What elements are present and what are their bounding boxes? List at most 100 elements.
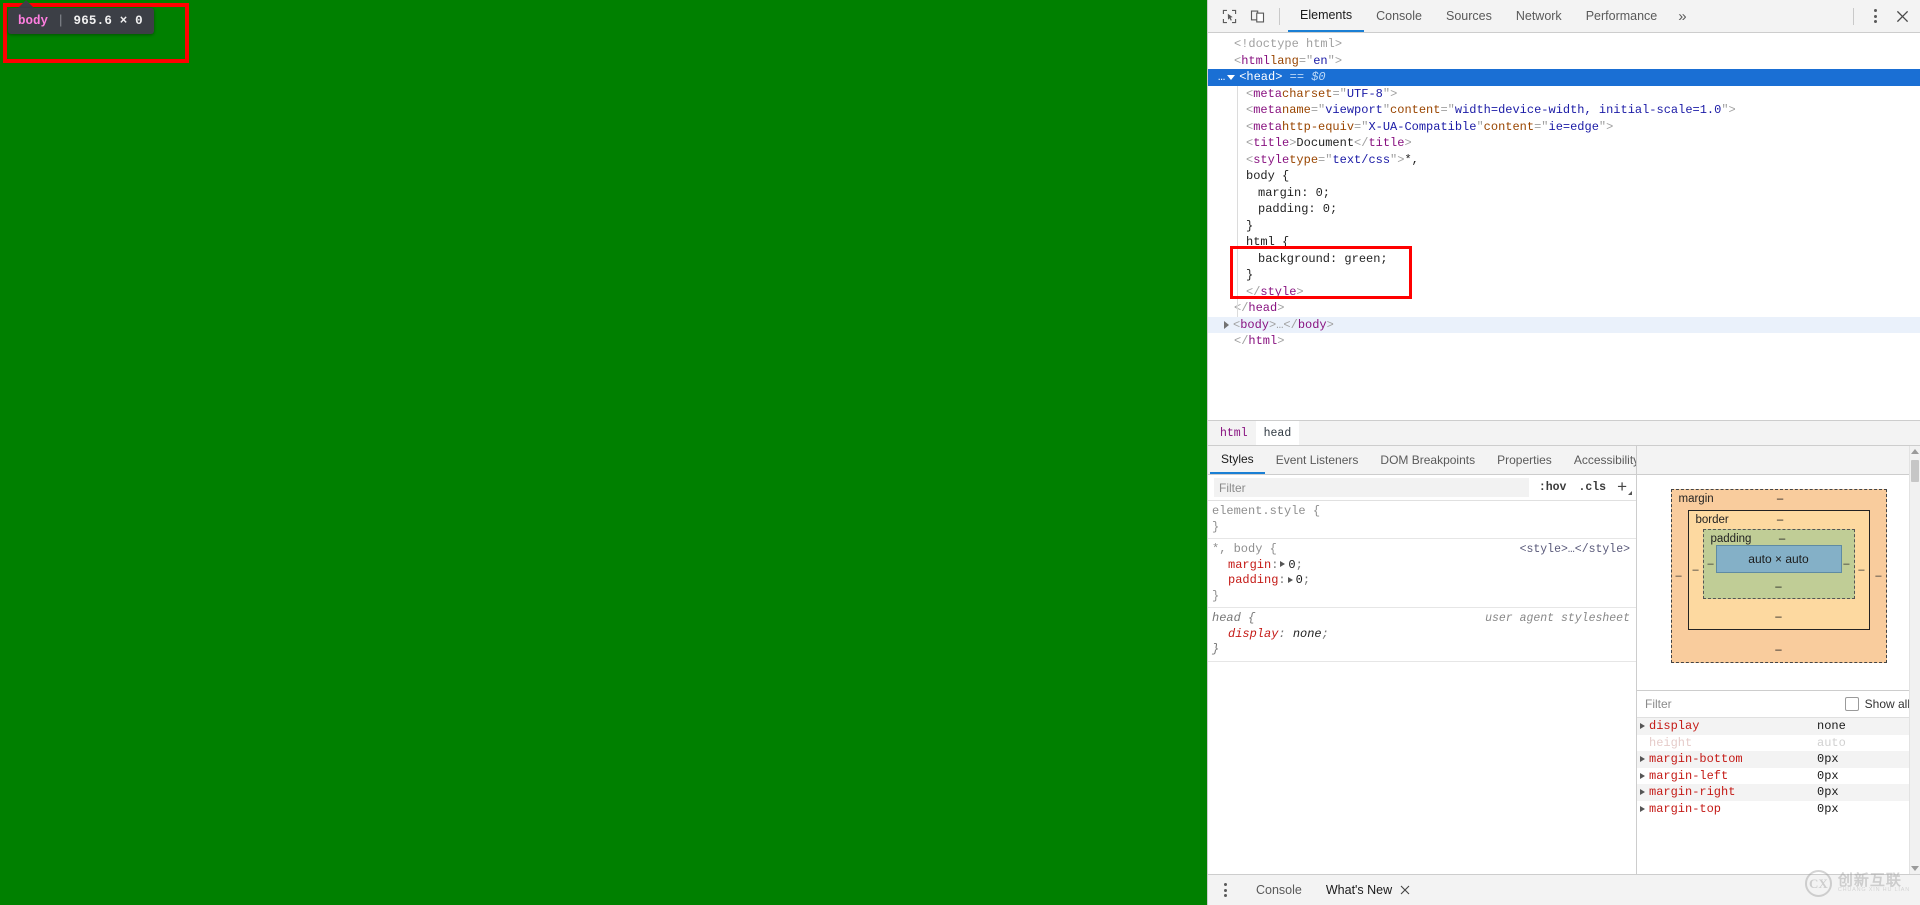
dom-tree-line[interactable]: </style> [1208,284,1920,301]
tab-dom-breakpoints[interactable]: DOM Breakpoints [1369,446,1486,474]
tab-event-listeners[interactable]: Event Listeners [1265,446,1370,474]
toggle-device-toolbar-button[interactable] [1243,3,1271,29]
drawer-tab-console[interactable]: Console [1244,875,1314,905]
computed-pane-scrollbar[interactable] [1909,446,1920,874]
dom-tree-line[interactable]: <meta name="viewport" content="width=dev… [1208,102,1920,119]
box-model-border-right[interactable]: – [1858,564,1864,576]
dom-tree-line[interactable]: <style type="text/css">*, [1208,152,1920,169]
rule-origin[interactable]: <style>…</style> [1520,542,1630,558]
box-model-border-top[interactable]: – [1777,514,1783,526]
kebab-dot [1874,15,1877,18]
box-model-padding[interactable]: padding – – – auto × auto – [1703,529,1855,599]
expand-property-icon[interactable] [1640,789,1645,795]
tab-sources-label: Sources [1446,9,1492,23]
box-model-padding-right[interactable]: – [1843,558,1849,570]
tab-network[interactable]: Network [1504,0,1574,32]
computed-property-row[interactable]: margin-right0px [1637,784,1920,801]
new-style-rule-button[interactable]: + [1612,478,1634,497]
style-rule-block[interactable]: <style>…</style>*, body {margin:0;paddin… [1208,539,1636,608]
dom-tree-line[interactable]: } [1208,218,1920,235]
computed-properties-list[interactable]: displaynoneheightautomargin-bottom0pxmar… [1637,718,1920,874]
dom-tree-line[interactable]: </head> [1208,300,1920,317]
screenshot-root: body | 965.6 × 0 Elements [0,0,1920,905]
dom-tree-line[interactable]: <body>…</body> [1208,317,1920,334]
drawer-menu-button[interactable] [1212,877,1238,903]
computed-filter-input[interactable] [1643,695,1845,714]
dom-tree-line[interactable]: background: green; [1208,251,1920,268]
box-model-padding-top[interactable]: – [1779,533,1785,545]
tab-properties[interactable]: Properties [1486,446,1563,474]
expand-property-icon[interactable] [1640,773,1645,779]
inspect-element-button[interactable] [1215,3,1243,29]
dom-tree-view[interactable]: <!doctype html><html lang="en">…<head> =… [1208,33,1920,420]
breadcrumb-item-html[interactable]: html [1212,421,1256,445]
style-rule-block[interactable]: element.style {} [1208,501,1636,539]
scroll-up-arrow-icon[interactable] [1911,449,1919,454]
box-model-border-bottom[interactable]: – [1689,611,1869,623]
box-model-content[interactable]: auto × auto [1716,545,1842,573]
dom-tree-line[interactable]: body { [1208,168,1920,185]
kebab-dot [1874,20,1877,23]
tab-accessibility[interactable]: Accessibility [1563,446,1636,474]
dom-tree-line[interactable]: <meta http-equiv="X-UA-Compatible" conte… [1208,119,1920,136]
box-model-border[interactable]: border – – – padding – – – auto × auto – [1688,510,1870,630]
breadcrumb-item-head[interactable]: head [1256,421,1300,445]
show-all-label: Show all [1865,697,1910,711]
rule-origin: user agent stylesheet [1485,611,1630,627]
expand-property-icon[interactable] [1640,806,1645,812]
dom-tree-line[interactable]: padding: 0; [1208,201,1920,218]
tab-elements[interactable]: Elements [1288,0,1364,32]
cursor-select-icon [1222,9,1237,24]
box-model-margin-bottom[interactable]: – [1672,644,1886,656]
style-declaration[interactable]: margin:0; [1212,558,1636,574]
style-declaration[interactable]: padding:0; [1212,573,1636,589]
dom-tree-line[interactable]: <!doctype html> [1208,36,1920,53]
computed-property-row[interactable]: displaynone [1637,718,1920,735]
dom-tree-line[interactable]: html { [1208,234,1920,251]
dom-tree-line[interactable]: } [1208,267,1920,284]
tab-sources[interactable]: Sources [1434,0,1504,32]
more-tabs-button[interactable]: » [1669,0,1695,32]
expand-property-icon[interactable] [1640,756,1645,762]
computed-property-row[interactable]: margin-bottom0px [1637,751,1920,768]
box-model-margin-left[interactable]: – [1676,570,1682,582]
style-rule-block[interactable]: user agent stylesheethead {display: none… [1208,608,1636,662]
computed-property-name: height [1649,736,1817,750]
dom-tree-line[interactable]: <title>Document</title> [1208,135,1920,152]
box-model-margin-top[interactable]: – [1777,493,1783,505]
expand-property-icon[interactable] [1640,723,1645,729]
dom-tree-line[interactable]: </html> [1208,333,1920,350]
computed-property-row[interactable]: margin-left0px [1637,768,1920,785]
show-all-toggle[interactable]: Show all [1845,697,1914,711]
computed-property-row[interactable]: margin-top0px [1637,801,1920,818]
element-classes-button[interactable]: .cls [1572,480,1612,495]
dom-tree-line[interactable]: <html lang="en"> [1208,53,1920,70]
scrollbar-thumb[interactable] [1911,460,1919,482]
box-model-padding-bottom[interactable]: – [1704,581,1854,593]
computed-property-value: auto [1817,736,1846,750]
box-model-border-left[interactable]: – [1693,564,1699,576]
close-devtools-button[interactable] [1888,3,1916,29]
rule-selector[interactable]: element.style { [1212,504,1636,520]
kebab-dot [1224,894,1227,897]
box-model-margin[interactable]: margin – – – border – – – padding – [1671,489,1887,663]
box-model-padding-left[interactable]: – [1708,558,1714,570]
drawer-tab-whats-new[interactable]: What's New [1314,875,1404,905]
computed-property-row[interactable]: heightauto [1637,735,1920,752]
scroll-down-arrow-icon[interactable] [1911,866,1919,871]
show-all-checkbox[interactable] [1845,697,1859,711]
tab-styles[interactable]: Styles [1210,446,1265,474]
devtools-settings-menu-button[interactable] [1862,3,1888,29]
tab-console[interactable]: Console [1364,0,1434,32]
toggle-element-state-button[interactable]: :hov [1533,480,1573,495]
style-rules-list[interactable]: element.style {}<style>…</style>*, body … [1208,501,1636,874]
styles-filter-input[interactable] [1214,478,1529,497]
drawer-close-button[interactable] [1398,875,1419,905]
dom-tree-line[interactable]: <meta charset="UTF-8"> [1208,86,1920,103]
dom-tree-line[interactable]: margin: 0; [1208,185,1920,202]
dom-tree-line[interactable]: …<head> == $0 [1208,69,1920,86]
box-model-margin-right[interactable]: – [1875,570,1881,582]
tab-performance[interactable]: Performance [1574,0,1670,32]
style-declaration[interactable]: display: none; [1212,627,1636,643]
tab-console-label: Console [1376,9,1422,23]
